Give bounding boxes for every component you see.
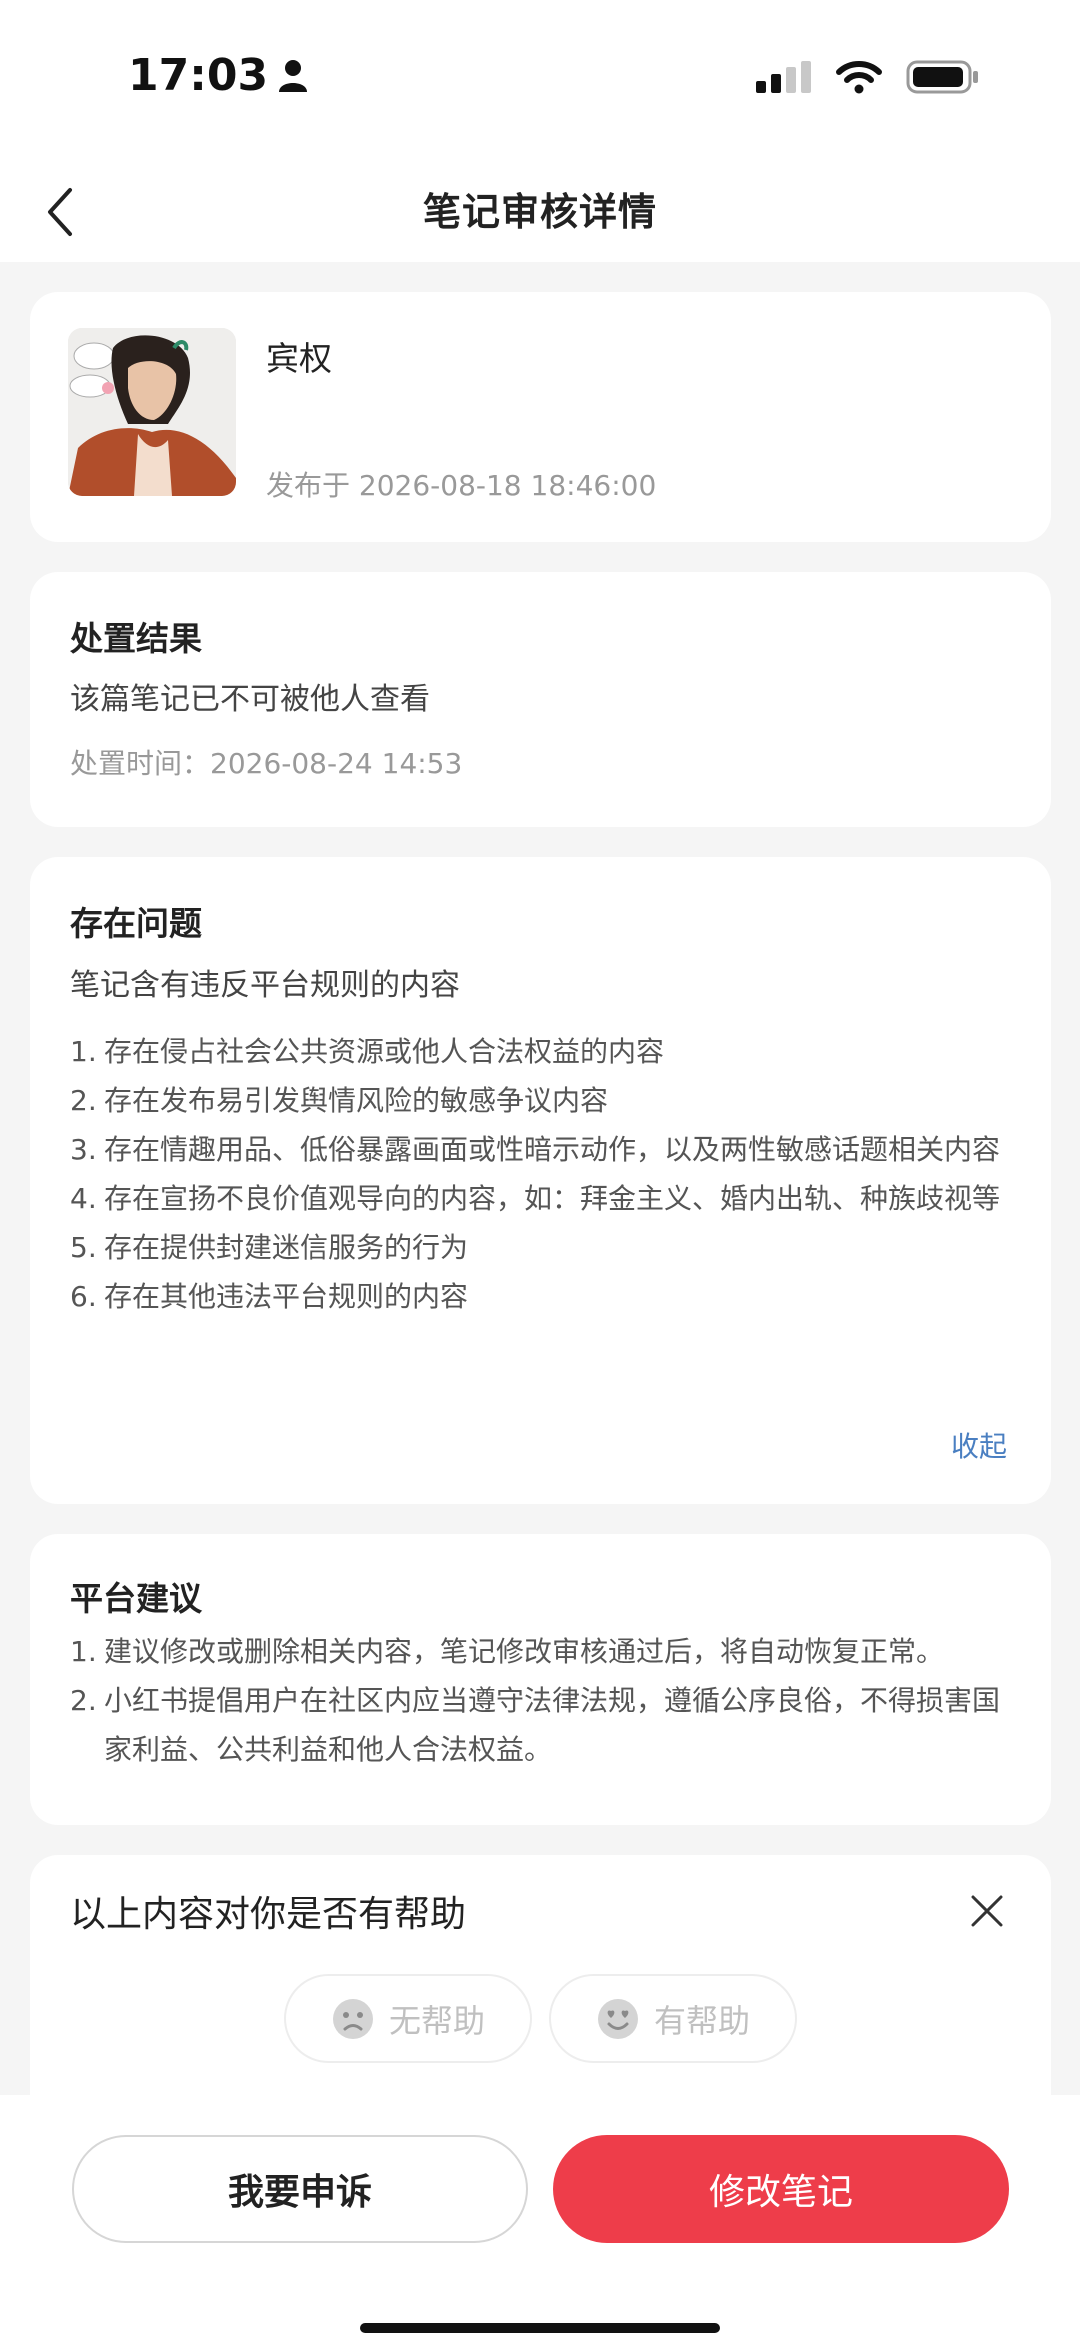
list-item: 5. 存在提供封建迷信服务的行为 [70,1223,1011,1272]
helpful-label: 有帮助 [653,2001,750,2040]
sad-face-icon [332,1998,373,2039]
list-number: 1. [70,1635,97,1668]
page-title: 笔记审核详情 [422,190,657,234]
list-number: 6. [70,1280,97,1313]
person-icon [279,59,308,92]
appeal-button[interactable]: 我要申诉 [72,2135,528,2243]
list-item: 2. 小红书提倡用户在社区内应当遵守法律法规，遵循公序良俗，不得损害国家利益、公共… [70,1676,1011,1774]
result-title: 处置结果 [70,619,202,658]
illustration-image [68,328,236,496]
note-thumbnail[interactable] [68,328,236,496]
note-card[interactable]: 宾权 发布于 2026-08-18 18:46:00 [30,292,1051,542]
not-helpful-label: 无帮助 [388,2001,485,2040]
list-item: 4. 存在宣扬不良价值观导向的内容，如：拜金主义、婚内出轨、种族歧视等 [70,1174,1011,1223]
nav-bar: 笔记审核详情 [0,165,1080,262]
feedback-question: 以上内容对你是否有帮助 [70,1894,467,1935]
list-number: 3. [70,1133,97,1166]
list-text: 存在侵占社会公共资源或他人合法权益的内容 [104,1035,665,1068]
publish-time: 发布于 2026-08-18 18:46:00 [266,469,657,502]
signal-icon [756,61,811,93]
status-bar: 17:03 [0,0,1080,165]
advice-title: 平台建议 [70,1579,202,1618]
status-time: 17:03 [128,50,308,101]
battery-icon [906,60,978,94]
close-icon[interactable] [967,1891,1007,1931]
list-item: 6. 存在其他违法平台规则的内容 [70,1272,1011,1321]
list-text: 建议修改或删除相关内容，笔记修改审核通过后，将自动恢复正常。 [104,1635,945,1668]
list-number: 2. [70,1084,97,1117]
collapse-link[interactable]: 收起 [951,1425,1007,1465]
result-time: 处置时间：2026-08-24 14:53 [70,747,463,780]
list-item: 2. 存在发布易引发舆情风险的敏感争议内容 [70,1076,1011,1125]
list-number: 4. [70,1182,97,1215]
problems-card: 存在问题 笔记含有违反平台规则的内容 1. 存在侵占社会公共资源或他人合法权益的内… [30,857,1051,1504]
list-text: 存在宣扬不良价值观导向的内容，如：拜金主义、婚内出轨、种族歧视等 [104,1182,1001,1215]
feedback-card: 以上内容对你是否有帮助 无帮助 有帮助 [30,1855,1051,2105]
list-number: 1. [70,1035,97,1068]
advice-list: 1. 建议修改或删除相关内容，笔记修改审核通过后，将自动恢复正常。 2. 小红书提倡… [70,1627,1011,1774]
advice-card: 平台建议 1. 建议修改或删除相关内容，笔记修改审核通过后，将自动恢复正常。 2.… [30,1534,1051,1825]
not-helpful-button[interactable]: 无帮助 [284,1974,532,2063]
list-number: 2. [70,1684,97,1717]
status-time-text: 17:03 [128,50,269,101]
list-item: 1. 存在侵占社会公共资源或他人合法权益的内容 [70,1027,1011,1076]
helpful-button[interactable]: 有帮助 [549,1974,797,2063]
list-text: 小红书提倡用户在社区内应当遵守法律法规，遵循公序良俗，不得损害国家利益、公共利益… [104,1684,1001,1766]
list-text: 存在发布易引发舆情风险的敏感争议内容 [104,1084,609,1117]
edit-note-button[interactable]: 修改笔记 [553,2135,1009,2243]
list-text: 存在提供封建迷信服务的行为 [104,1231,469,1264]
bottom-action-bar: 我要申诉 修改笔记 [0,2095,1080,2347]
problems-list: 1. 存在侵占社会公共资源或他人合法权益的内容 2. 存在发布易引发舆情风险的敏感争… [70,1027,1011,1321]
list-number: 5. [70,1231,97,1264]
note-author: 宾权 [266,339,332,378]
home-indicator [360,2323,720,2333]
list-text: 存在情趣用品、低俗暴露画面或性暗示动作，以及两性敏感话题相关内容 [104,1133,1001,1166]
status-indicators [756,60,980,94]
wifi-icon [836,61,882,94]
result-description: 该篇笔记已不可被他人查看 [70,682,430,717]
heart-eyes-face-icon [597,1998,638,2039]
problems-subtitle: 笔记含有违反平台规则的内容 [70,968,460,1003]
list-text: 存在其他违法平台规则的内容 [104,1280,469,1313]
problems-title: 存在问题 [70,904,202,943]
list-item: 3. 存在情趣用品、低俗暴露画面或性暗示动作，以及两性敏感话题相关内容 [70,1125,1011,1174]
list-item: 1. 建议修改或删除相关内容，笔记修改审核通过后，将自动恢复正常。 [70,1627,1011,1676]
result-card: 处置结果 该篇笔记已不可被他人查看 处置时间：2026-08-24 14:53 [30,572,1051,827]
